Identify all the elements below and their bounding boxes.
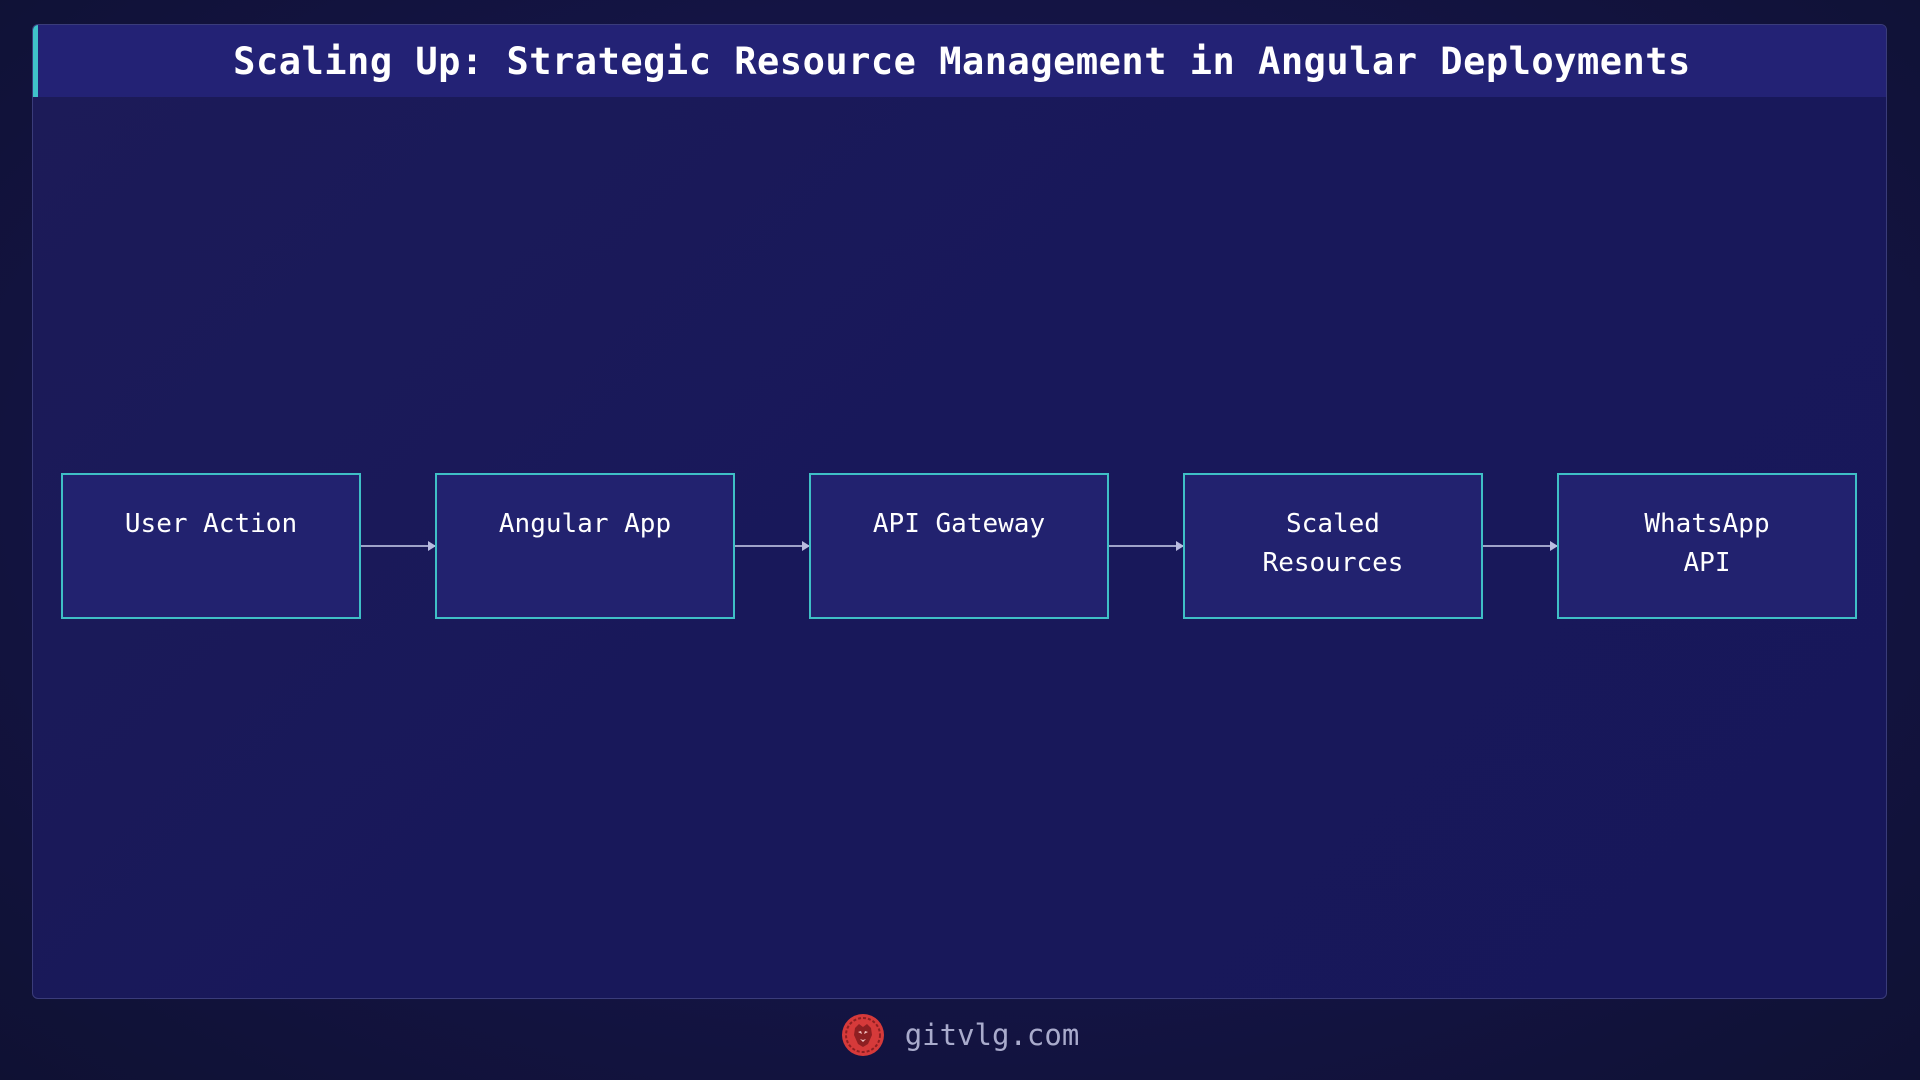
- arrow-connector: [1109, 541, 1184, 551]
- node-scaled-resources: Scaled Resources: [1183, 473, 1483, 619]
- node-label: User Action: [124, 509, 298, 539]
- footer-site-text: gitvlg.com: [904, 1018, 1080, 1052]
- node-api-gateway: API Gateway: [809, 473, 1109, 619]
- node-angular-app: Angular App: [435, 473, 735, 619]
- node-label: WhatsApp API: [1644, 509, 1770, 578]
- arrow-connector: [361, 541, 436, 551]
- flow-diagram: User Action Angular App API Gateway Scal…: [0, 0, 1920, 1080]
- node-label: Angular App: [498, 509, 672, 539]
- page: Scaling Up: Strategic Resource Managemen…: [0, 0, 1920, 1080]
- lion-head-icon: [841, 1014, 884, 1056]
- arrow-connector: [1483, 541, 1558, 551]
- footer: gitvlg.com: [0, 1010, 1920, 1060]
- node-label: API Gateway: [872, 509, 1046, 539]
- arrow-connector: [735, 541, 810, 551]
- node-label: Scaled Resources: [1262, 509, 1404, 578]
- node-user-action: User Action: [61, 473, 361, 619]
- node-whatsapp-api: WhatsApp API: [1557, 473, 1857, 619]
